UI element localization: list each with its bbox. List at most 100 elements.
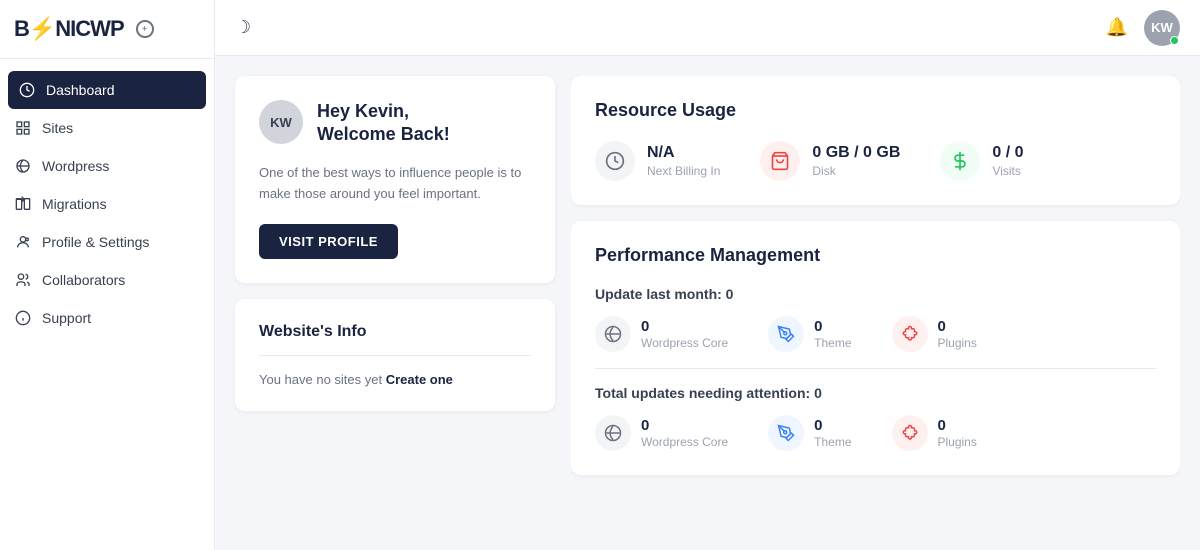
migrations-label: Migrations (42, 196, 107, 212)
attention-subtitle: Total updates needing attention: 0 (595, 385, 1156, 401)
theme-info: 0 Theme (814, 318, 851, 350)
perf-wp-core-2: 0 Wordpress Core (595, 415, 728, 451)
resource-visits: 0 / 0 Visits (940, 141, 1023, 181)
bolt-icon: ⚡ (29, 16, 55, 41)
disk-label: Disk (812, 164, 900, 178)
plugins-info: 0 Plugins (938, 318, 977, 350)
theme2-count: 0 (814, 417, 851, 434)
plugins2-icon (892, 415, 928, 451)
visit-profile-button[interactable]: VISIT PROFILE (259, 224, 398, 259)
sidebar: B⚡NICWP + Dashboard Sites Wordpress (0, 0, 215, 550)
clock-icon (605, 151, 625, 171)
no-sites-label: You have no sites yet (259, 372, 386, 387)
migrations-icon (14, 195, 32, 213)
perf-theme-2: 0 Theme (768, 415, 851, 451)
sidebar-item-dashboard[interactable]: Dashboard (8, 71, 206, 109)
notifications-icon[interactable]: 🔔 (1106, 17, 1128, 38)
billing-icon-wrap (595, 141, 635, 181)
last-month-items: 0 Wordpress Core 0 Theme (595, 316, 1156, 352)
resource-usage-card: Resource Usage N/A Next Billing In (571, 76, 1180, 205)
billing-info: N/A Next Billing In (647, 144, 720, 178)
perf-wp-core: 0 Wordpress Core (595, 316, 728, 352)
sites-label: Sites (42, 120, 73, 136)
welcome-avatar: KW (259, 100, 303, 144)
dark-mode-icon[interactable]: ☽ (235, 17, 251, 38)
greeting-line2: Welcome Back! (317, 124, 450, 144)
disk-value: 0 GB / 0 GB (812, 144, 900, 162)
welcome-greeting: Hey Kevin, Welcome Back! (317, 100, 450, 147)
theme-label: Theme (814, 336, 851, 350)
sidebar-item-profile-settings[interactable]: Profile & Settings (0, 223, 214, 261)
visits-value: 0 / 0 (992, 144, 1023, 162)
user-avatar[interactable]: KW (1144, 10, 1180, 46)
plugins-count: 0 (938, 318, 977, 335)
disk-info: 0 GB / 0 GB Disk (812, 144, 900, 178)
perf-plugins-2: 0 Plugins (892, 415, 977, 451)
profile-settings-icon (14, 233, 32, 251)
wp-core2-info: 0 Wordpress Core (641, 417, 728, 449)
support-label: Support (42, 310, 91, 326)
welcome-quote: One of the best ways to influence people… (259, 163, 531, 205)
visits-info: 0 / 0 Visits (992, 144, 1023, 178)
user-initials: KW (1151, 20, 1173, 35)
logo: B⚡NICWP + (0, 0, 214, 59)
plugins2-info: 0 Plugins (938, 417, 977, 449)
plugins2-count: 0 (938, 417, 977, 434)
sidebar-item-sites[interactable]: Sites (0, 109, 214, 147)
perf-theme: 0 Theme (768, 316, 851, 352)
disk-icon (770, 151, 790, 171)
wp-core-icon (595, 316, 631, 352)
greeting-line1: Hey Kevin, (317, 101, 409, 121)
performance-title: Performance Management (595, 245, 1156, 266)
visits-icon (950, 151, 970, 171)
plugins2-label: Plugins (938, 435, 977, 449)
left-column: KW Hey Kevin, Welcome Back! One of the b… (235, 76, 555, 530)
sidebar-nav: Dashboard Sites Wordpress Migrations Pro (0, 59, 214, 550)
wp-core2-label: Wordpress Core (641, 435, 728, 449)
welcome-avatar-initials: KW (270, 115, 292, 130)
websites-info-title: Website's Info (259, 323, 531, 356)
sites-icon (14, 119, 32, 137)
attention-items: 0 Wordpress Core 0 Theme (595, 415, 1156, 451)
divider (595, 368, 1156, 369)
dashboard-label: Dashboard (46, 82, 115, 98)
topbar: ☽ 🔔 KW (215, 0, 1200, 56)
wp-core-info: 0 Wordpress Core (641, 318, 728, 350)
wp-core2-icon (595, 415, 631, 451)
online-status-dot (1170, 36, 1179, 45)
sidebar-item-support[interactable]: Support (0, 299, 214, 337)
theme-count: 0 (814, 318, 851, 335)
resource-billing: N/A Next Billing In (595, 141, 720, 181)
wp-core-count: 0 (641, 318, 728, 335)
sidebar-item-wordpress[interactable]: Wordpress (0, 147, 214, 185)
support-icon (14, 309, 32, 327)
theme2-label: Theme (814, 435, 851, 449)
right-column: Resource Usage N/A Next Billing In (571, 76, 1180, 530)
sidebar-item-migrations[interactable]: Migrations (0, 185, 214, 223)
billing-label: Next Billing In (647, 164, 720, 178)
topbar-left: ☽ (235, 17, 251, 38)
wordpress-icon (14, 157, 32, 175)
websites-info-card: Website's Info You have no sites yet Cre… (235, 299, 555, 411)
collaborators-label: Collaborators (42, 272, 125, 288)
resource-usage-title: Resource Usage (595, 100, 1156, 121)
perf-plugins: 0 Plugins (892, 316, 977, 352)
main-content: ☽ 🔔 KW KW Hey Kevin, (215, 0, 1200, 550)
content-area: KW Hey Kevin, Welcome Back! One of the b… (215, 56, 1200, 550)
wp-core-label: Wordpress Core (641, 336, 728, 350)
last-month-subtitle: Update last month: 0 (595, 286, 1156, 302)
wp-core2-count: 0 (641, 417, 728, 434)
create-site-link[interactable]: Create one (386, 372, 453, 387)
sidebar-item-collaborators[interactable]: Collaborators (0, 261, 214, 299)
collaborators-icon (14, 271, 32, 289)
plugins-icon (892, 316, 928, 352)
resource-items: N/A Next Billing In 0 GB / 0 GB Disk (595, 141, 1156, 181)
resource-disk: 0 GB / 0 GB Disk (760, 141, 900, 181)
add-site-icon[interactable]: + (136, 20, 154, 38)
visits-label: Visits (992, 164, 1023, 178)
plugins-label: Plugins (938, 336, 977, 350)
theme2-icon (768, 415, 804, 451)
billing-value: N/A (647, 144, 720, 162)
performance-card: Performance Management Update last month… (571, 221, 1180, 475)
theme-icon (768, 316, 804, 352)
